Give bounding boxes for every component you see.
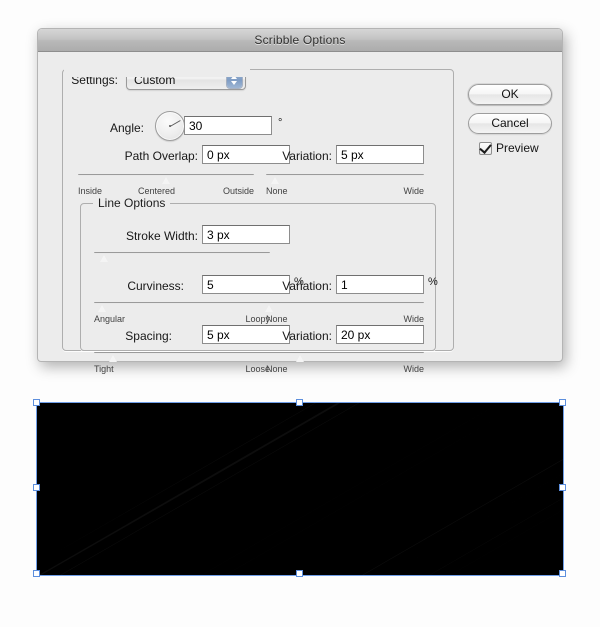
dialog-titlebar[interactable]: Scribble Options bbox=[38, 29, 562, 52]
preview-label: Preview bbox=[496, 141, 539, 155]
scribble-artwork-svg bbox=[37, 403, 563, 575]
curviness-label: Curviness: bbox=[127, 279, 184, 293]
spacing-variation-label: Variation: bbox=[282, 329, 332, 343]
spacing-slider-max-label: Loose bbox=[245, 364, 270, 374]
angle-input[interactable] bbox=[184, 116, 272, 135]
spacing-variation-slider-max-label: Wide bbox=[403, 364, 424, 374]
selection-handle-middle-right[interactable] bbox=[559, 484, 566, 491]
curviness-variation-label: Variation: bbox=[282, 279, 332, 293]
stroke-width-slider-thumb bbox=[100, 255, 109, 262]
path-overlap-slider-thumb bbox=[161, 177, 171, 184]
stroke-width-input[interactable] bbox=[202, 225, 290, 244]
curviness-variation-slider-max-label: Wide bbox=[403, 314, 424, 324]
path-overlap-variation-input[interactable] bbox=[336, 145, 424, 164]
selection-handle-top-right[interactable] bbox=[559, 399, 566, 406]
path-overlap-label: Path Overlap: bbox=[124, 149, 198, 163]
curviness-slider-min-label: Angular bbox=[94, 314, 126, 324]
curviness-variation-slider-min-label: None bbox=[266, 314, 288, 324]
dialog-body: Settings: Custom Angle: ° Path Overlap: bbox=[38, 51, 562, 374]
groupbox-legend-mask bbox=[64, 65, 250, 77]
screen: Scribble Options Settings: Custom Angle: bbox=[0, 0, 600, 627]
path-overlap-slider-min-label: Inside bbox=[78, 186, 103, 196]
selection-handle-middle-left[interactable] bbox=[33, 484, 40, 491]
selection-handle-bottom-right[interactable] bbox=[559, 570, 566, 577]
dialog-title: Scribble Options bbox=[254, 33, 346, 47]
selection-handle-top-center[interactable] bbox=[296, 399, 303, 406]
path-overlap-slider-max-label: Outside bbox=[222, 186, 254, 196]
preview-checkbox-row[interactable]: Preview bbox=[479, 140, 539, 155]
curviness-slider-max-label: Loopy bbox=[245, 314, 270, 324]
path-overlap-variation-slider-min-label: None bbox=[266, 186, 288, 196]
ok-button[interactable]: OK bbox=[468, 84, 552, 105]
angle-dial-icon[interactable] bbox=[155, 111, 185, 141]
line-options-legend: Line Options bbox=[93, 196, 171, 210]
path-overlap-slider-mid-label: Centered bbox=[138, 186, 176, 196]
curviness-variation-unit: % bbox=[428, 276, 438, 288]
spacing-variation-slider-min-label: None bbox=[266, 364, 288, 374]
curviness-slider-thumb bbox=[98, 305, 107, 312]
curviness-variation-slider[interactable] bbox=[264, 301, 424, 313]
stroke-width-slider[interactable] bbox=[94, 251, 270, 263]
spacing-label: Spacing: bbox=[125, 329, 172, 343]
curviness-slider[interactable] bbox=[94, 301, 270, 313]
preview-checkbox[interactable] bbox=[479, 140, 492, 155]
stroke-width-label: Stroke Width: bbox=[125, 229, 198, 243]
path-overlap-slider[interactable] bbox=[78, 173, 254, 185]
spacing-slider-min-label: Tight bbox=[94, 364, 114, 374]
cancel-button[interactable]: Cancel bbox=[468, 113, 552, 134]
curviness-variation-input[interactable] bbox=[336, 275, 424, 294]
path-overlap-variation-label: Variation: bbox=[282, 149, 332, 163]
scribble-effect-preview[interactable] bbox=[37, 403, 563, 575]
selection-handle-bottom-left[interactable] bbox=[33, 570, 40, 577]
spacing-variation-slider[interactable] bbox=[266, 351, 424, 363]
path-overlap-variation-slider-thumb bbox=[270, 177, 280, 184]
path-overlap-variation-slider-max-label: Wide bbox=[403, 186, 424, 196]
spacing-variation-slider-thumb bbox=[296, 355, 305, 362]
checkmark-icon bbox=[479, 140, 492, 154]
angle-label: Angle: bbox=[109, 121, 144, 135]
path-overlap-variation-slider[interactable] bbox=[266, 173, 424, 185]
angle-unit: ° bbox=[278, 117, 283, 129]
selection-handle-top-left[interactable] bbox=[33, 399, 40, 406]
spacing-slider[interactable] bbox=[94, 351, 270, 363]
curviness-variation-slider-thumb bbox=[264, 305, 274, 312]
selection-handle-bottom-center[interactable] bbox=[296, 570, 303, 577]
artwork-canvas[interactable] bbox=[33, 399, 566, 577]
spacing-variation-input[interactable] bbox=[336, 325, 424, 344]
scribble-options-dialog: Scribble Options Settings: Custom Angle: bbox=[37, 28, 563, 374]
spacing-slider-thumb bbox=[108, 355, 118, 362]
